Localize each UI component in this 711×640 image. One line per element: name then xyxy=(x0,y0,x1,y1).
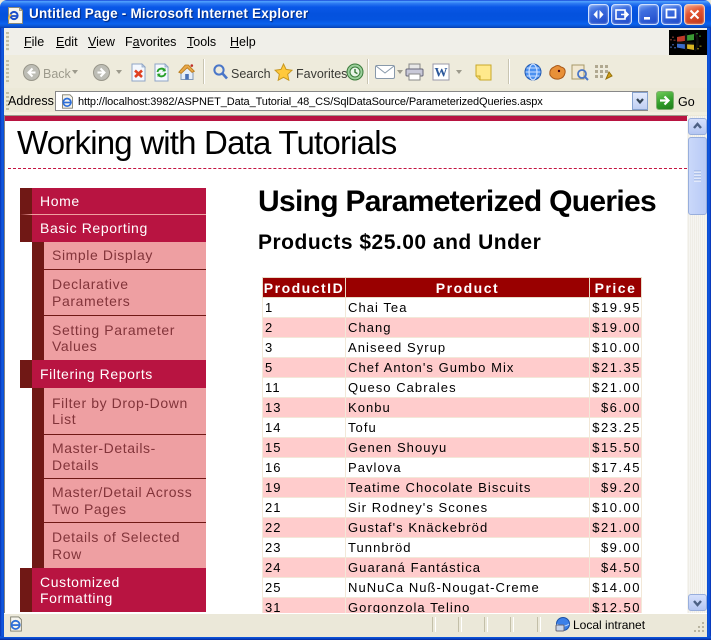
svg-text:W: W xyxy=(435,65,448,80)
